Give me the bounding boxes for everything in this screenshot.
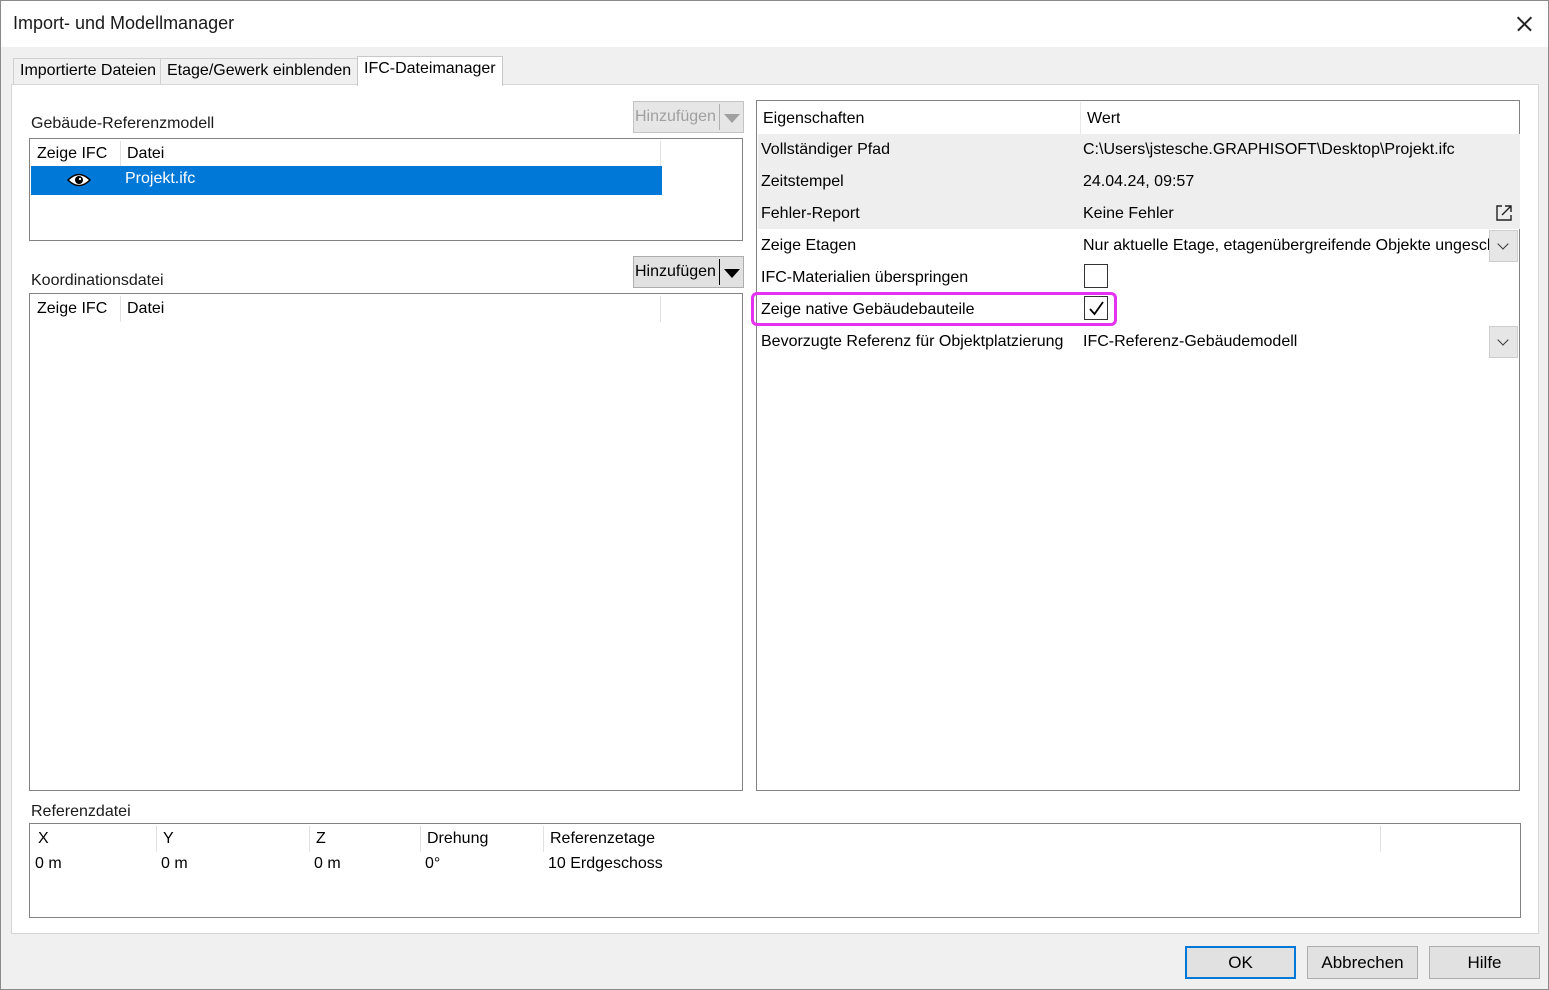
ok-button[interactable]: OK [1185,946,1296,979]
property-label: Zeitstempel [761,173,844,190]
column-separator [120,296,121,322]
column-separator [660,141,661,167]
placement-reference-dropdown-button[interactable] [1489,326,1518,358]
dropdown-arrow-icon[interactable] [724,114,740,123]
title-bar: Import- und Modellmanager [1,1,1548,47]
property-label: Zeige Etagen [761,237,857,254]
property-value: 24.04.24, 09:57 [1083,173,1195,190]
value-x: 0 m [35,855,62,872]
cancel-button[interactable]: Abbrechen [1307,946,1418,979]
tab-label: Importierte Dateien [20,62,157,79]
coordination-label: Koordinationsdatei [31,272,164,289]
column-header-show-ifc[interactable]: Zeige IFC [37,300,107,318]
column-separator [420,826,421,852]
property-value: C:\Users\jstesche.GRAPHISOFT\Desktop\Pro… [1083,141,1455,158]
column-separator [156,826,157,852]
tab-label: Etage/Gewerk einblenden [167,62,352,79]
properties-table: Eigenschaften Wert Vollständiger Pfad C:… [756,100,1520,791]
column-separator [1080,102,1081,134]
coordination-add-button[interactable]: Hinzufügen [633,256,744,288]
column-header-x: X [38,830,49,847]
window-title: Import- und Modellmanager [13,13,235,33]
help-button[interactable]: Hilfe [1429,946,1540,979]
file-name: Projekt.ifc [125,170,196,187]
column-header-properties: Eigenschaften [763,110,865,127]
column-header-value: Wert [1087,110,1121,127]
split-separator [719,259,720,285]
skip-materials-checkbox[interactable] [1084,264,1108,288]
column-separator [543,826,544,852]
tab-importierte-dateien[interactable]: Importierte Dateien [13,58,164,84]
chevron-down-icon [1497,334,1509,346]
column-header-rotation: Drehung [427,830,489,847]
building-reference-list[interactable]: Zeige IFC Datei Projekt.ifc [29,138,743,241]
add-button-label: Hinzufügen [635,108,716,125]
eye-icon[interactable] [67,172,91,188]
storey-dropdown-button[interactable] [1489,230,1518,262]
reference-file-label: Referenzdatei [31,803,131,820]
dropdown-arrow-icon[interactable] [724,269,740,278]
property-value: Keine Fehler [1083,205,1174,222]
value-z: 0 m [314,855,341,872]
column-separator [309,826,310,852]
value-rotation: 0° [425,855,441,872]
split-separator [719,104,720,130]
table-row[interactable]: Projekt.ifc [31,166,662,195]
column-header-show-ifc[interactable]: Zeige IFC [37,145,107,163]
property-value[interactable]: IFC-Referenz-Gebäudemodell [1083,333,1297,351]
add-button-label: Hinzufügen [635,263,716,280]
dialog-window: Import- und Modellmanager Importierte Da… [0,0,1549,990]
property-value[interactable]: Nur aktuelle Etage, etagenübergreifende … [1083,237,1489,255]
property-label: Vollständiger Pfad [761,141,890,158]
column-separator [660,296,661,322]
property-label: Bevorzugte Referenz für Objektplatzierun… [761,333,1064,350]
reference-file-table: X Y Z Drehung Referenzetage 0 m 0 m 0 m … [29,823,1521,918]
building-reference-label: Gebäude-Referenzmodell [31,115,215,132]
value-y: 0 m [161,855,188,872]
value-reference-storey: 10 Erdgeschoss [548,855,663,872]
close-icon[interactable] [1507,9,1541,39]
column-separator [120,141,121,167]
chevron-down-icon [1497,238,1509,250]
coordination-list[interactable]: Zeige IFC Datei [29,293,743,791]
tab-etage-gewerk[interactable]: Etage/Gewerk einblenden [160,58,359,84]
column-header-z: Z [316,830,326,847]
column-header-reference-storey: Referenzetage [550,830,655,847]
column-header-file[interactable]: Datei [127,300,164,318]
building-add-button[interactable]: Hinzufügen [633,101,744,133]
open-external-icon[interactable] [1494,203,1514,223]
column-header-y: Y [163,830,174,847]
property-label: IFC-Materialien überspringen [761,269,969,286]
column-header-file[interactable]: Datei [127,145,164,163]
tab-label: IFC-Dateimanager [364,60,496,77]
tab-ifc-dateimanager[interactable]: IFC-Dateimanager [357,56,503,86]
highlight-annotation [751,292,1117,326]
property-label: Fehler-Report [761,205,860,222]
column-separator [1380,826,1381,852]
